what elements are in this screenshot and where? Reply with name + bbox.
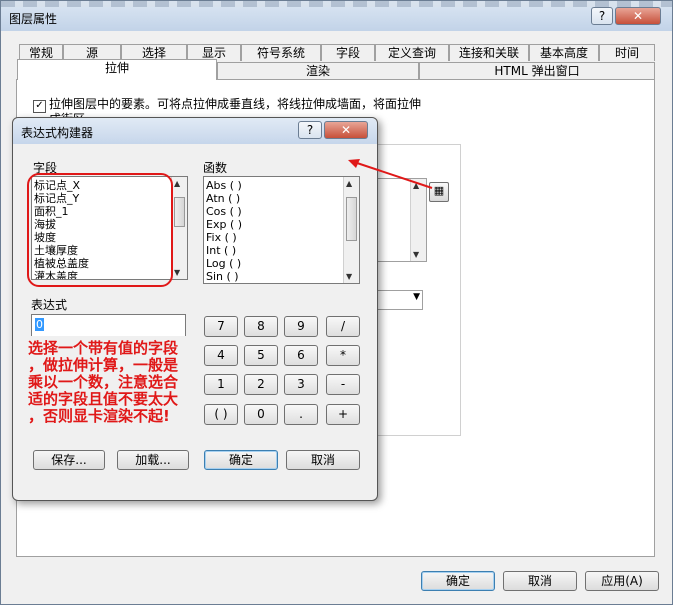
expression-builder-dialog: 表达式构建器 ? ✕ 字段 标记点_X 标记点_Y 面积_1 海拔 坡度 土壤厚… [12,117,378,501]
annotation-line: ，否则显卡渲染不起! [28,407,170,425]
dialog-title: 表达式构建器 [21,126,94,140]
list-item[interactable]: Sin ( ) [204,270,359,283]
close-button[interactable]: ✕ [615,7,661,25]
key-7[interactable]: 7 [204,316,238,337]
extrude-label-line1: 拉伸图层中的要素。可将点拉伸成垂直线，将线拉伸成墙面，将面拉伸 [49,97,422,111]
key-decimal[interactable]: . [284,404,318,425]
dialog-ok-button[interactable]: 确定 [204,450,278,470]
key-9[interactable]: 9 [284,316,318,337]
list-item[interactable]: Exp ( ) [204,218,359,231]
annotation-arrow [348,159,433,189]
scroll-thumb[interactable] [346,197,357,241]
key-5[interactable]: 5 [244,345,278,366]
tab-fields[interactable]: 字段 [321,44,375,61]
tab-base-heights[interactable]: 基本高度 [529,44,599,61]
expression-label: 表达式 [31,298,68,312]
dialog-cancel-button[interactable]: 取消 [286,450,360,470]
key-multiply[interactable]: * [326,345,360,366]
list-item[interactable]: Log ( ) [204,257,359,270]
apply-button[interactable]: 应用(A) [585,571,659,591]
key-minus[interactable]: - [326,374,360,395]
tab-joins-relates[interactable]: 连接和关联 [449,44,529,61]
expression-value: 0 [35,318,44,331]
window-title: 图层属性 [9,12,58,26]
key-plus[interactable]: + [326,404,360,425]
scroll-down-icon[interactable]: ▼ [174,268,180,277]
list-item[interactable]: Abs ( ) [204,179,359,192]
key-6[interactable]: 6 [284,345,318,366]
tab-html-popup[interactable]: HTML 弹出窗口 [419,62,655,79]
key-divide[interactable]: / [326,316,360,337]
key-parentheses[interactable]: ( ) [204,404,238,425]
scroll-thumb[interactable] [174,197,185,227]
ok-button[interactable]: 确定 [421,571,495,591]
key-3[interactable]: 3 [284,374,318,395]
key-4[interactable]: 4 [204,345,238,366]
help-button[interactable]: ? [591,7,613,25]
dialog-title-bar[interactable]: 表达式构建器 ? ✕ [13,118,377,144]
annotation-line: 乘以一个数，注意选合 [28,373,179,391]
tab-time[interactable]: 时间 [599,44,655,61]
scroll-up-icon[interactable]: ▲ [174,179,180,188]
save-button[interactable]: 保存... [33,450,105,470]
key-2[interactable]: 2 [244,374,278,395]
list-item[interactable]: Fix ( ) [204,231,359,244]
tab-symbology[interactable]: 符号系统 [241,44,321,61]
scroll-down-icon[interactable]: ▼ [413,250,419,259]
tab-rendering[interactable]: 渲染 [217,62,419,79]
tab-definition-query[interactable]: 定义查询 [375,44,449,61]
functions-list[interactable]: Abs ( ) Atn ( ) Cos ( ) Exp ( ) Fix ( ) … [203,176,360,284]
annotation-line: 选择一个带有值的字段 [28,339,179,357]
dialog-help-button[interactable]: ? [298,121,322,139]
dialog-close-button[interactable]: ✕ [324,121,368,139]
annotation-line: ，做拉伸计算，一般是 [28,356,179,374]
list-item[interactable]: Atn ( ) [204,192,359,205]
list-item[interactable]: Int ( ) [204,244,359,257]
functions-label: 函数 [203,161,228,175]
fields-scrollbar[interactable]: ▲ ▼ [171,177,187,279]
window-title-bar[interactable]: 图层属性 ? ✕ [1,1,672,31]
highlight-ellipse [27,173,173,287]
scroll-down-icon[interactable]: ▼ [346,272,352,281]
list-item[interactable]: Cos ( ) [204,205,359,218]
annotation-line: 适的字段且值不要太大 [28,390,179,408]
expression-input[interactable]: 0 [31,314,186,336]
arrow-line [353,161,433,189]
annotation-text: 选择一个带有值的字段 ，做拉伸计算，一般是 乘以一个数，注意选合 适的字段且值不… [28,340,203,425]
key-0[interactable]: 0 [244,404,278,425]
tab-extrusion[interactable]: 拉伸 [17,59,217,80]
key-1[interactable]: 1 [204,374,238,395]
cancel-button[interactable]: 取消 [503,571,577,591]
chevron-down-icon: ▼ [413,292,420,302]
load-button[interactable]: 加载... [117,450,189,470]
background-toolbar [1,1,672,7]
extrude-checkbox[interactable]: ✓ [33,100,46,113]
key-8[interactable]: 8 [244,316,278,337]
